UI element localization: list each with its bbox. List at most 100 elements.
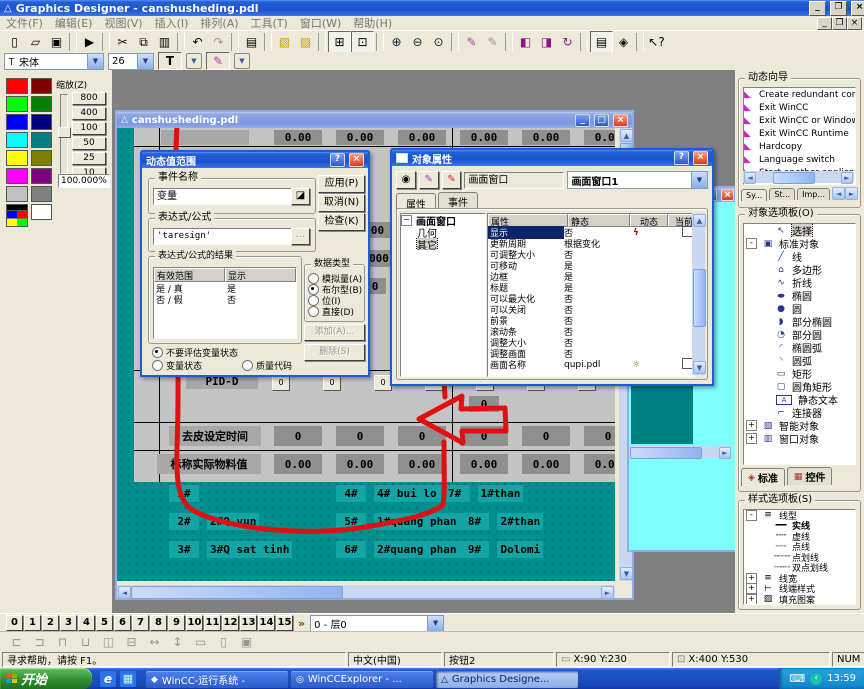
save-icon[interactable]: ▣ [46,32,67,52]
color-swatch[interactable] [31,204,53,220]
wizard-item[interactable]: ◣ Exit WinCC [744,101,855,114]
wizard-tab[interactable]: Sy... [741,189,767,201]
attribute-row[interactable]: 画面名称 qupi.pdl ☼ [488,359,694,370]
chevron-down-icon[interactable]: ▼ [87,54,103,69]
slot-label[interactable]: Dolomi [497,541,543,558]
palette-item[interactable]: ● 圆 [744,302,855,315]
slot-label[interactable]: 2#quang phan [374,541,459,558]
pin-icon[interactable]: ◉ [396,171,416,189]
tab-scroll-right-icon[interactable]: ► [845,187,858,200]
run-icon[interactable]: ▶ [79,32,100,52]
tree-root-item[interactable]: − 画面窗口 [401,214,485,226]
menu-item[interactable]: 视图(V) [98,15,148,31]
layer-button[interactable]: 10 [186,615,203,631]
nominal-row-label[interactable]: 标称实际物料值 [157,454,261,474]
color-swatch[interactable] [31,96,53,112]
palette-item[interactable]: ▢ 圆角矩形 [744,380,855,393]
color-swatch[interactable] [31,150,53,166]
variable-select-icon[interactable]: ◪ [291,188,310,205]
io-field[interactable]: 0 [274,426,322,446]
zoom-slider-thumb[interactable] [58,127,71,138]
palette-item[interactable]: + ▥ 窗口对象 [744,432,855,445]
menu-item[interactable]: 窗口(W) [294,15,347,31]
layer-button[interactable]: 15 [276,615,293,631]
align-left-icon[interactable]: ⊏ [6,632,27,652]
redo-icon[interactable]: ↷ [208,32,229,52]
palette-item[interactable]: ⌂ 多边形 [744,263,855,276]
palette-item[interactable]: ◜ 椭圆弧 [744,341,855,354]
layer-button[interactable]: 14 [258,615,275,631]
wizard-horizontal-scrollbar[interactable]: ◄ ► [743,171,854,183]
slot-number[interactable]: 1# [169,485,199,502]
style-item[interactable]: ━━ 实线 [744,521,855,532]
maximize-icon[interactable]: □ [594,114,609,127]
toolbar-button[interactable] [376,33,384,51]
expander-icon[interactable]: - [746,510,757,521]
layer-button[interactable]: 2 [42,615,59,631]
style-palette-tree[interactable]: - ≡ 线型 ━━ 实线 ╌╌ 虚线 [743,509,856,605]
spin-button[interactable]: 0 [272,375,290,391]
close-icon[interactable]: × [613,114,628,127]
io-field[interactable]: 0 [336,426,384,446]
toolbar-button[interactable] [264,33,272,51]
print-icon[interactable]: ▤ [241,32,262,52]
properties-title-bar[interactable]: 对象属性 ? × [392,150,712,166]
layer-button[interactable]: 12 [222,615,239,631]
close-icon[interactable]: × [349,153,364,167]
menu-item[interactable]: 帮助(H) [347,15,398,31]
help-icon[interactable]: ↖? [646,32,667,52]
more-colors-button[interactable] [6,210,28,227]
style-item[interactable]: ╌╌ 虚线 [744,531,855,542]
scroll-thumb[interactable] [131,586,343,599]
open-icon[interactable]: ▱ [25,32,46,52]
zoom-original-icon[interactable]: ⊙ [428,32,449,52]
layer-button[interactable]: 11 [204,615,221,631]
wizard-item[interactable]: ◣ Hardcopy [744,140,855,153]
wizard-item[interactable]: ◣ Exit WinCC Runtime [744,127,855,140]
chevron-down-icon[interactable]: ▼ [427,616,443,631]
close-icon[interactable]: × [693,151,708,165]
zoom-preset-button[interactable]: 50 [72,137,106,150]
space-vertical-icon[interactable]: ↕ [167,632,188,652]
io-field[interactable]: 0.00 [398,130,446,145]
result-column-header[interactable]: 有效范围 [154,268,225,282]
new-icon[interactable]: ▯ [4,32,25,52]
slot-number[interactable]: 8# [459,513,489,530]
layer-button[interactable]: 3 [60,615,77,631]
slot-number[interactable]: 6# [336,541,366,558]
chevron-down-icon[interactable]: ▼ [691,172,707,188]
copy-icon[interactable]: ⧉ [133,32,154,52]
layer-more-button[interactable]: » [294,617,309,630]
color-swatch[interactable] [31,132,53,148]
style-item[interactable]: + ⊢ 线端样式 [744,584,855,595]
font-family-select[interactable]: Ｔ 宋体 ▼ [4,53,104,70]
same-width-icon[interactable]: ▭ [190,632,211,652]
palette-item[interactable]: ◗ 部分椭圆 [744,315,855,328]
attribute-static-value[interactable]: 否 [564,347,620,360]
layer-button[interactable]: 5 [96,615,113,631]
document-title-bar[interactable]: △ canshusheding.pdl _ □ × [117,112,632,128]
help-q-icon[interactable]: ? [330,153,345,167]
layer-button[interactable]: 9 [168,615,185,631]
status-radio[interactable]: 变量状态 [152,359,202,372]
result-column-header[interactable]: 显示 [225,268,296,282]
scroll-thumb[interactable] [630,447,702,459]
restore-icon[interactable]: ❐ [832,17,847,30]
style-item[interactable]: ┈╌┈ 双点划线 [744,563,855,574]
scroll-left-icon[interactable]: ◄ [744,172,756,184]
indirect-checkbox[interactable] [682,226,693,237]
ie-icon[interactable]: e [100,671,116,687]
palette-item[interactable]: ∿ 折线 [744,276,855,289]
color-swatch[interactable] [31,186,53,202]
grid-icon[interactable]: ⊞ [328,31,351,53]
spin-button[interactable]: 0 [323,375,341,391]
browse-button[interactable]: ... [291,228,310,245]
status-radio[interactable]: 质量代码 [242,359,292,372]
font-size-select[interactable]: 26 ▼ [108,53,154,70]
library-icon[interactable]: ▨ [295,32,316,52]
io-field[interactable]: 0.00 [460,130,508,145]
collapse-icon[interactable]: − [401,215,412,226]
preview-horizontal-scrollbar[interactable]: ► [629,446,732,458]
direct-pen-icon[interactable]: ✎ [442,171,462,189]
layer-button[interactable]: 6 [114,615,131,631]
